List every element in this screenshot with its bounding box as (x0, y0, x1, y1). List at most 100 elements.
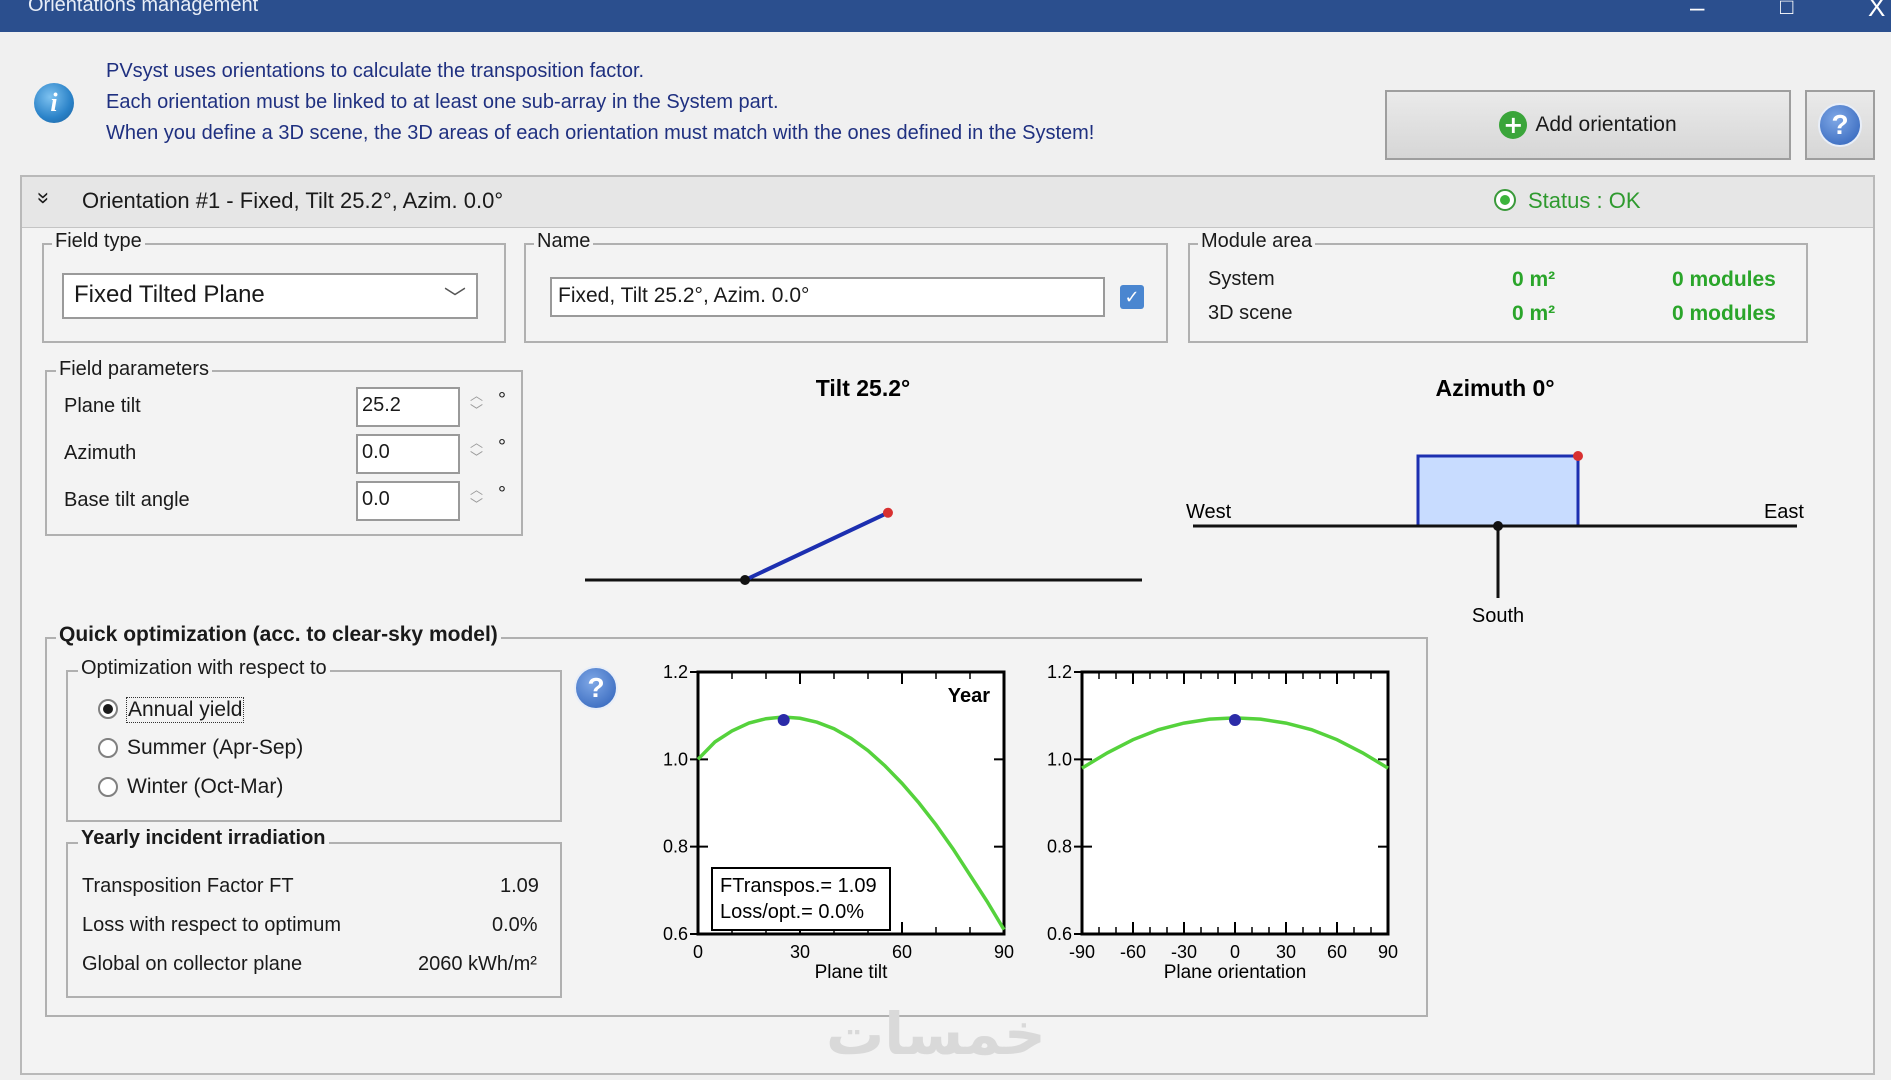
global-collector-value: 2060 kWh/m² (418, 953, 537, 975)
chart-title: Year (948, 685, 990, 707)
winter-label[interactable]: Winter (Oct-Mar) (127, 775, 283, 799)
azimuth-diagram: Azimuth 0° West East South (1186, 375, 1804, 627)
x-tick-label: -90 (1069, 942, 1095, 962)
y-tick-label: 1.0 (663, 749, 688, 769)
x-axis-label: Plane tilt (815, 962, 889, 983)
annotation-text: FTranspos.= 1.09 (720, 875, 877, 897)
plus-icon: + (1499, 111, 1528, 139)
collapse-chevron-icon[interactable]: » (31, 192, 57, 204)
summer-label[interactable]: Summer (Apr-Sep) (127, 736, 303, 760)
base-tilt-label: Base tilt angle (64, 489, 190, 511)
status-ok-icon (1494, 189, 1516, 211)
maximize-button[interactable]: □ (1780, 0, 1793, 20)
window-titlebar: Orientations management – □ X (0, 0, 1891, 32)
x-tick-label: -30 (1171, 942, 1197, 962)
x-tick-label: 0 (1230, 942, 1240, 962)
west-label: West (1186, 501, 1232, 523)
orientation-optimization-chart: 0.6 0.8 1.0 1.2 -90 -60 -30 0 30 60 90 Plane orient… (1047, 662, 1398, 983)
x-tick-label: 90 (994, 942, 1014, 962)
x-tick-label: 30 (790, 942, 810, 962)
orientation-title: Orientation #1 - Fixed, Tilt 25.2°, Azim… (82, 188, 504, 213)
y-tick-label: 0.8 (663, 837, 688, 857)
azimuth-pivot-dot (1493, 521, 1503, 531)
module-area-row-area: 0 m² (1512, 302, 1556, 325)
plot-area (1080, 670, 1390, 936)
summer-radio[interactable] (98, 738, 118, 758)
annual-yield-radio[interactable] (98, 699, 118, 719)
module-area-row-modules: 0 modules (1672, 302, 1776, 325)
base-tilt-stepper[interactable]: ︿ ﹀ (470, 482, 483, 512)
azimuth-plane-rect (1416, 454, 1580, 528)
tilt-diagram: Tilt 25.2° (585, 375, 1142, 585)
optimization-respect-legend: Optimization with respect to (78, 657, 330, 680)
plane-tilt-input[interactable]: 25.2 (356, 387, 460, 427)
module-area-group (1188, 243, 1808, 343)
field-parameters-legend: Field parameters (56, 358, 213, 381)
field-type-select[interactable]: Fixed Tilted Plane ﹀ (62, 273, 478, 319)
module-area-row-label: System (1208, 268, 1275, 290)
x-axis-label: Plane orientation (1164, 962, 1307, 983)
winter-radio[interactable] (98, 777, 118, 797)
quick-optimization-title: Quick optimization (acc. to clear-sky mo… (56, 623, 501, 647)
south-label: South (1472, 605, 1524, 627)
help-icon: ? (1818, 103, 1862, 147)
module-area-row-modules: 0 modules (1672, 268, 1776, 291)
y-tick-label: 0.8 (1047, 837, 1072, 857)
plane-tilt-unit: ° (498, 389, 506, 411)
field-type-legend: Field type (52, 230, 145, 253)
loss-optimum-value: 0.0% (492, 914, 538, 936)
help-button[interactable]: ? (1805, 90, 1875, 160)
minimize-button[interactable]: – (1690, 0, 1704, 23)
y-tick-label: 1.2 (663, 662, 688, 682)
transposition-factor-label: Transposition Factor FT (82, 875, 294, 897)
plane-tilt-label: Plane tilt (64, 395, 141, 417)
azimuth-stepper[interactable]: ︿ ﹀ (470, 435, 483, 465)
name-legend: Name (534, 230, 594, 253)
add-orientation-button[interactable]: + Add orientation (1385, 90, 1791, 160)
base-tilt-input[interactable]: 0.0 (356, 481, 460, 521)
window-title: Orientations management (28, 0, 259, 16)
info-line: When you define a 3D scene, the 3D areas… (106, 122, 1095, 144)
azimuth-diagram-title: Azimuth 0° (1435, 375, 1554, 401)
azimuth-corner-dot (1573, 451, 1583, 461)
module-area-row-label: 3D scene (1208, 302, 1293, 324)
x-tick-label: -60 (1120, 942, 1146, 962)
optimization-help-icon[interactable]: ? (574, 666, 618, 710)
info-icon: i (34, 83, 74, 123)
azimuth-input[interactable]: 0.0 (356, 434, 460, 474)
y-tick-label: 1.2 (1047, 662, 1072, 682)
base-tilt-unit: ° (498, 483, 506, 505)
module-area-row-area: 0 m² (1512, 268, 1556, 291)
tilt-plane-line (744, 510, 889, 582)
info-text: PVsyst uses orientations to calculate th… (106, 56, 1094, 149)
loss-optimum-label: Loss with respect to optimum (82, 914, 341, 936)
annotation-text: Loss/opt.= 0.0% (720, 901, 864, 923)
azimuth-unit: ° (498, 436, 506, 458)
x-tick-label: 60 (892, 942, 912, 962)
chevron-down-icon: ﹀ (443, 286, 466, 311)
add-orientation-label: Add orientation (1535, 113, 1677, 136)
y-tick-label: 0.6 (663, 924, 688, 944)
info-line: PVsyst uses orientations to calculate th… (106, 60, 645, 82)
auto-name-checkbox[interactable]: ✓ (1120, 285, 1144, 309)
x-tick-label: 90 (1378, 942, 1398, 962)
plane-tilt-stepper[interactable]: ︿ ﹀ (470, 388, 483, 418)
watermark: خمسات (826, 1000, 1046, 1068)
name-input[interactable]: Fixed, Tilt 25.2°, Azim. 0.0° (550, 277, 1105, 317)
module-area-legend: Module area (1198, 230, 1316, 253)
optimum-marker (1229, 714, 1241, 727)
x-tick-label: 0 (693, 942, 703, 962)
y-tick-label: 1.0 (1047, 749, 1072, 769)
annual-yield-label[interactable]: Annual yield (126, 697, 245, 723)
status-text: Status : OK (1528, 188, 1641, 213)
close-button[interactable]: X (1868, 0, 1885, 23)
info-line: Each orientation must be linked to at le… (106, 91, 779, 113)
east-label: East (1764, 501, 1804, 523)
optimum-marker (777, 714, 790, 727)
yearly-irradiation-legend: Yearly incident irradiation (78, 827, 329, 850)
transposition-factor-value: 1.09 (500, 875, 539, 897)
tilt-optimization-chart: 0.6 0.8 1.0 1.2 0 30 60 90 Plane tilt Year FTransp… (663, 662, 1014, 983)
x-tick-label: 30 (1276, 942, 1296, 962)
y-tick-label: 0.6 (1047, 924, 1072, 944)
tilt-diagram-title: Tilt 25.2° (816, 375, 910, 401)
